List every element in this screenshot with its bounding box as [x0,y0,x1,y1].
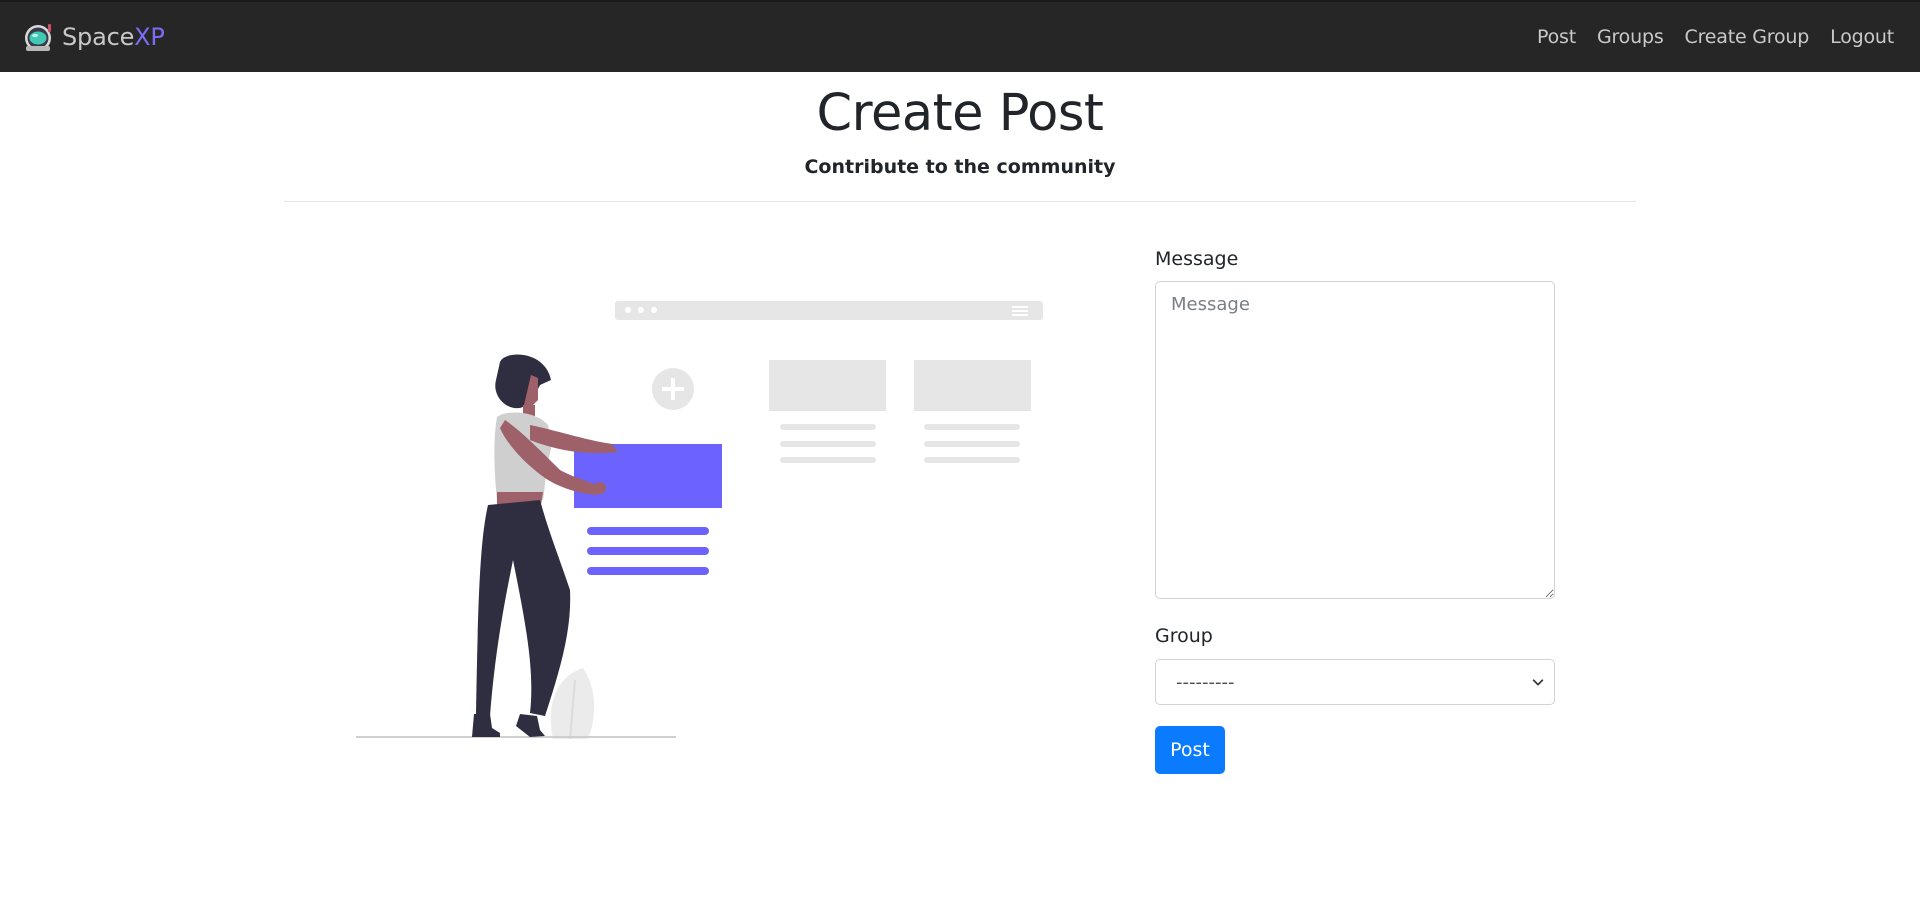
page-subtitle: Contribute to the community [804,156,1116,178]
header-divider [284,201,1636,202]
nav-link-logout[interactable]: Logout [1830,26,1894,48]
message-textarea[interactable] [1155,281,1555,599]
create-post-form: Message Group --------- Post [1155,240,1555,774]
astronaut-helmet-icon [25,24,51,51]
top-navbar: SpaceXP Post Groups Create Group Logout [0,0,1920,72]
brand-link[interactable]: SpaceXP [24,21,165,53]
group-select-wrapper: --------- [1155,659,1555,705]
group-select[interactable]: --------- [1155,659,1555,705]
nav-link-post[interactable]: Post [1537,26,1576,48]
nav-links: Post Groups Create Group Logout [1516,26,1894,48]
brand-name: SpaceXP [62,23,165,51]
brand-accent: XP [134,23,165,51]
create-post-illustration [356,301,1043,740]
post-submit-button[interactable]: Post [1155,726,1225,774]
nav-link-groups[interactable]: Groups [1597,26,1664,48]
message-label: Message [1155,248,1239,270]
page-title: Create Post [816,84,1104,143]
nav-link-create-group[interactable]: Create Group [1685,26,1810,48]
group-label: Group [1155,625,1213,647]
